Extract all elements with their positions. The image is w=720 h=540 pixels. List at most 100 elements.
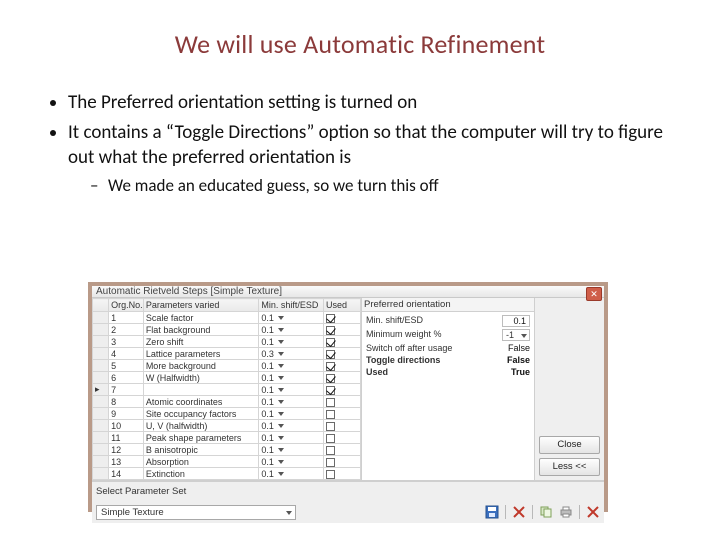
table-row[interactable]: 1Scale factor0.1 bbox=[93, 312, 361, 324]
param-set-select[interactable]: Simple Texture bbox=[96, 505, 296, 520]
col-used[interactable]: Used bbox=[324, 299, 361, 312]
close-icon[interactable]: ✕ bbox=[586, 287, 602, 301]
table-row[interactable]: 3Zero shift0.1 bbox=[93, 336, 361, 348]
table-row[interactable]: 6W (Halfwidth)0.1 bbox=[93, 372, 361, 384]
min-shift-input[interactable]: 0.1 bbox=[502, 315, 530, 327]
print-icon[interactable] bbox=[559, 505, 573, 519]
checkbox[interactable] bbox=[326, 338, 335, 347]
row-selector[interactable] bbox=[93, 372, 109, 384]
param-set-label: Select Parameter Set bbox=[96, 486, 186, 497]
row-selector[interactable] bbox=[93, 348, 109, 360]
cell-used[interactable] bbox=[324, 408, 361, 420]
checkbox[interactable] bbox=[326, 458, 335, 467]
checkbox[interactable] bbox=[326, 422, 335, 431]
table-row[interactable]: 4Lattice parameters0.3 bbox=[93, 348, 361, 360]
col-params[interactable]: Parameters varied bbox=[143, 299, 259, 312]
table-row[interactable]: 10U, V (halfwidth)0.1 bbox=[93, 420, 361, 432]
col-org[interactable]: Org.No. bbox=[109, 299, 144, 312]
bullet-item: The Preferred orientation setting is tur… bbox=[68, 90, 678, 116]
cell-org-no: 4 bbox=[109, 348, 144, 360]
cell-org-no: 14 bbox=[109, 468, 144, 480]
cell-used[interactable] bbox=[324, 384, 361, 396]
row-selector[interactable] bbox=[93, 336, 109, 348]
save-icon[interactable] bbox=[485, 505, 499, 519]
cancel-icon[interactable] bbox=[586, 505, 600, 519]
cell-org-no: 2 bbox=[109, 324, 144, 336]
cell-min-shift: 0.1 bbox=[259, 312, 324, 324]
row-selector[interactable] bbox=[93, 312, 109, 324]
less-button[interactable]: Less << bbox=[539, 458, 600, 476]
row-selector[interactable] bbox=[93, 396, 109, 408]
table-row[interactable]: 14Extinction0.1 bbox=[93, 468, 361, 480]
cell-param: Scale factor bbox=[143, 312, 259, 324]
table-row[interactable]: 8Atomic coordinates0.1 bbox=[93, 396, 361, 408]
separator bbox=[579, 505, 580, 519]
cell-param: Site occupancy factors bbox=[143, 408, 259, 420]
steps-grid[interactable]: Org.No. Parameters varied Min. shift/ESD… bbox=[92, 298, 362, 480]
table-row[interactable]: 11Peak shape parameters0.1 bbox=[93, 432, 361, 444]
cell-param: Peak shape parameters bbox=[143, 432, 259, 444]
checkbox[interactable] bbox=[326, 362, 335, 371]
row-selector[interactable] bbox=[93, 468, 109, 480]
cell-used[interactable] bbox=[324, 444, 361, 456]
bullet-item: It contains a “Toggle Directions” option… bbox=[68, 120, 678, 171]
cell-used[interactable] bbox=[324, 372, 361, 384]
checkbox[interactable] bbox=[326, 350, 335, 359]
cell-used[interactable] bbox=[324, 420, 361, 432]
checkbox[interactable] bbox=[326, 398, 335, 407]
cell-used[interactable] bbox=[324, 456, 361, 468]
checkbox[interactable] bbox=[326, 326, 335, 335]
table-row[interactable]: 12B anisotropic0.1 bbox=[93, 444, 361, 456]
cell-used[interactable] bbox=[324, 468, 361, 480]
row-selector[interactable] bbox=[93, 420, 109, 432]
copy-icon[interactable] bbox=[539, 505, 553, 519]
checkbox[interactable] bbox=[326, 314, 335, 323]
checkbox[interactable] bbox=[326, 410, 335, 419]
cell-min-shift: 0.1 bbox=[259, 396, 324, 408]
min-weight-select[interactable]: -1 bbox=[502, 329, 530, 341]
chevron-down-icon bbox=[278, 400, 284, 404]
table-row[interactable]: 9Site occupancy factors0.1 bbox=[93, 408, 361, 420]
table-row[interactable]: ▸7Preferred orientation0.1 bbox=[93, 384, 361, 396]
cell-used[interactable] bbox=[324, 324, 361, 336]
cell-min-shift: 0.1 bbox=[259, 384, 324, 396]
delete-icon[interactable] bbox=[512, 505, 526, 519]
table-row[interactable]: 13Absorption0.1 bbox=[93, 456, 361, 468]
chevron-down-icon bbox=[278, 424, 284, 428]
col-min[interactable]: Min. shift/ESD bbox=[259, 299, 324, 312]
close-button[interactable]: Close bbox=[539, 436, 600, 454]
details-pane: Preferred orientation Min. shift/ESD 0.1… bbox=[362, 298, 534, 480]
cell-org-no: 7 bbox=[109, 384, 144, 396]
row-selector[interactable] bbox=[93, 444, 109, 456]
chevron-down-icon bbox=[278, 328, 284, 332]
cell-used[interactable] bbox=[324, 348, 361, 360]
row-selector[interactable] bbox=[93, 408, 109, 420]
checkbox[interactable] bbox=[326, 434, 335, 443]
cell-param: Atomic coordinates bbox=[143, 396, 259, 408]
checkbox[interactable] bbox=[326, 470, 335, 479]
table-row[interactable]: 5More background0.1 bbox=[93, 360, 361, 372]
row-selector[interactable] bbox=[93, 324, 109, 336]
cell-param: Absorption bbox=[143, 456, 259, 468]
cell-used[interactable] bbox=[324, 432, 361, 444]
chevron-down-icon bbox=[278, 376, 284, 380]
table-row[interactable]: 2Flat background0.1 bbox=[93, 324, 361, 336]
cell-min-shift: 0.1 bbox=[259, 420, 324, 432]
cell-min-shift: 0.1 bbox=[259, 432, 324, 444]
row-selector[interactable]: ▸ bbox=[93, 384, 109, 396]
bullet-list: The Preferred orientation setting is tur… bbox=[42, 90, 678, 198]
row-selector[interactable] bbox=[93, 360, 109, 372]
checkbox[interactable] bbox=[326, 374, 335, 383]
row-selector[interactable] bbox=[93, 456, 109, 468]
cell-used[interactable] bbox=[324, 336, 361, 348]
cell-org-no: 9 bbox=[109, 408, 144, 420]
row-selector[interactable] bbox=[93, 432, 109, 444]
cell-used[interactable] bbox=[324, 360, 361, 372]
cell-org-no: 13 bbox=[109, 456, 144, 468]
dialog-titlebar[interactable]: Automatic Rietveld Steps [Simple Texture… bbox=[92, 286, 604, 298]
cell-used[interactable] bbox=[324, 312, 361, 324]
cell-used[interactable] bbox=[324, 396, 361, 408]
cell-param: Zero shift bbox=[143, 336, 259, 348]
checkbox[interactable] bbox=[326, 446, 335, 455]
checkbox[interactable] bbox=[326, 386, 335, 395]
